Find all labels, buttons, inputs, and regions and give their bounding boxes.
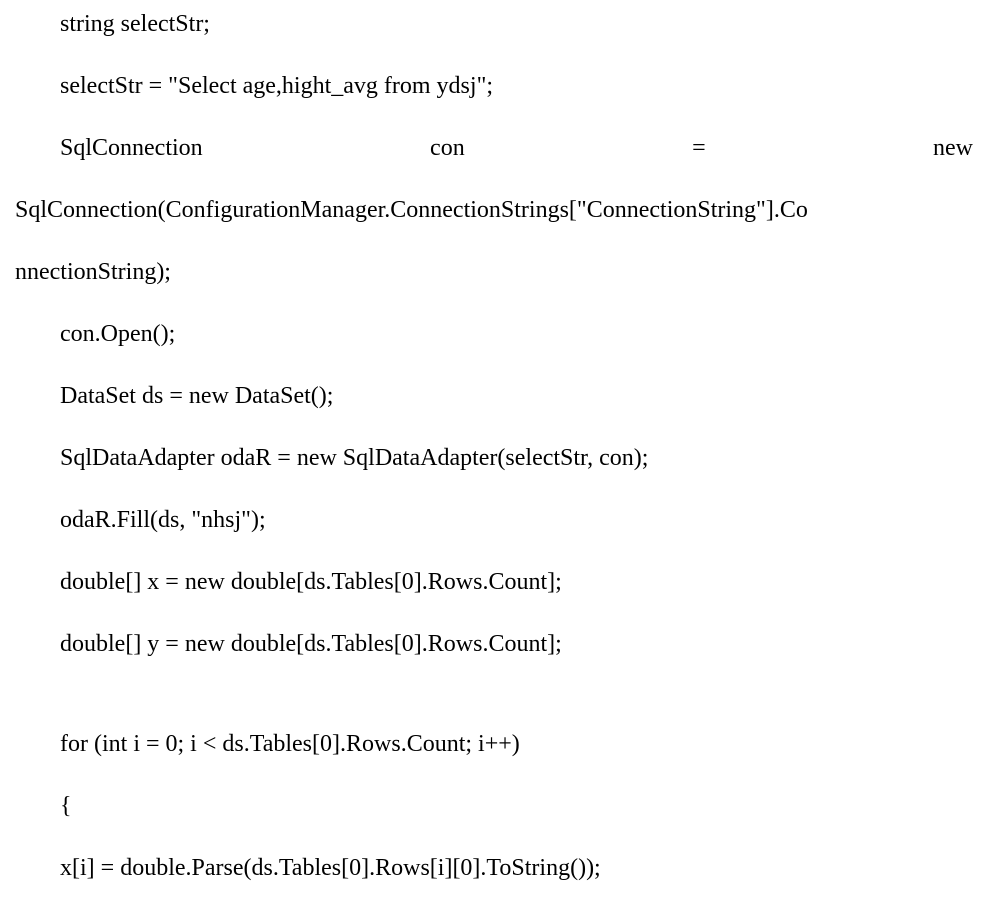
code-line: nnectionString); — [15, 260, 973, 284]
code-line: x[i] = double.Parse(ds.Tables[0].Rows[i]… — [15, 856, 973, 880]
code-line: con.Open(); — [15, 322, 973, 346]
code-line: string selectStr; — [15, 12, 973, 36]
code-line: double[] x = new double[ds.Tables[0].Row… — [15, 570, 973, 594]
code-document: string selectStr; selectStr = "Select ag… — [0, 0, 1000, 880]
code-line: { — [15, 794, 973, 818]
code-line: odaR.Fill(ds, "nhsj"); — [15, 508, 973, 532]
code-line: SqlConnection con = new — [15, 136, 973, 160]
code-line: DataSet ds = new DataSet(); — [15, 384, 973, 408]
code-line: for (int i = 0; i < ds.Tables[0].Rows.Co… — [15, 732, 973, 756]
code-line: SqlDataAdapter odaR = new SqlDataAdapter… — [15, 446, 973, 470]
code-line: double[] y = new double[ds.Tables[0].Row… — [15, 632, 973, 656]
code-line: selectStr = "Select age,hight_avg from y… — [15, 74, 973, 98]
code-line: SqlConnection(ConfigurationManager.Conne… — [15, 198, 973, 222]
